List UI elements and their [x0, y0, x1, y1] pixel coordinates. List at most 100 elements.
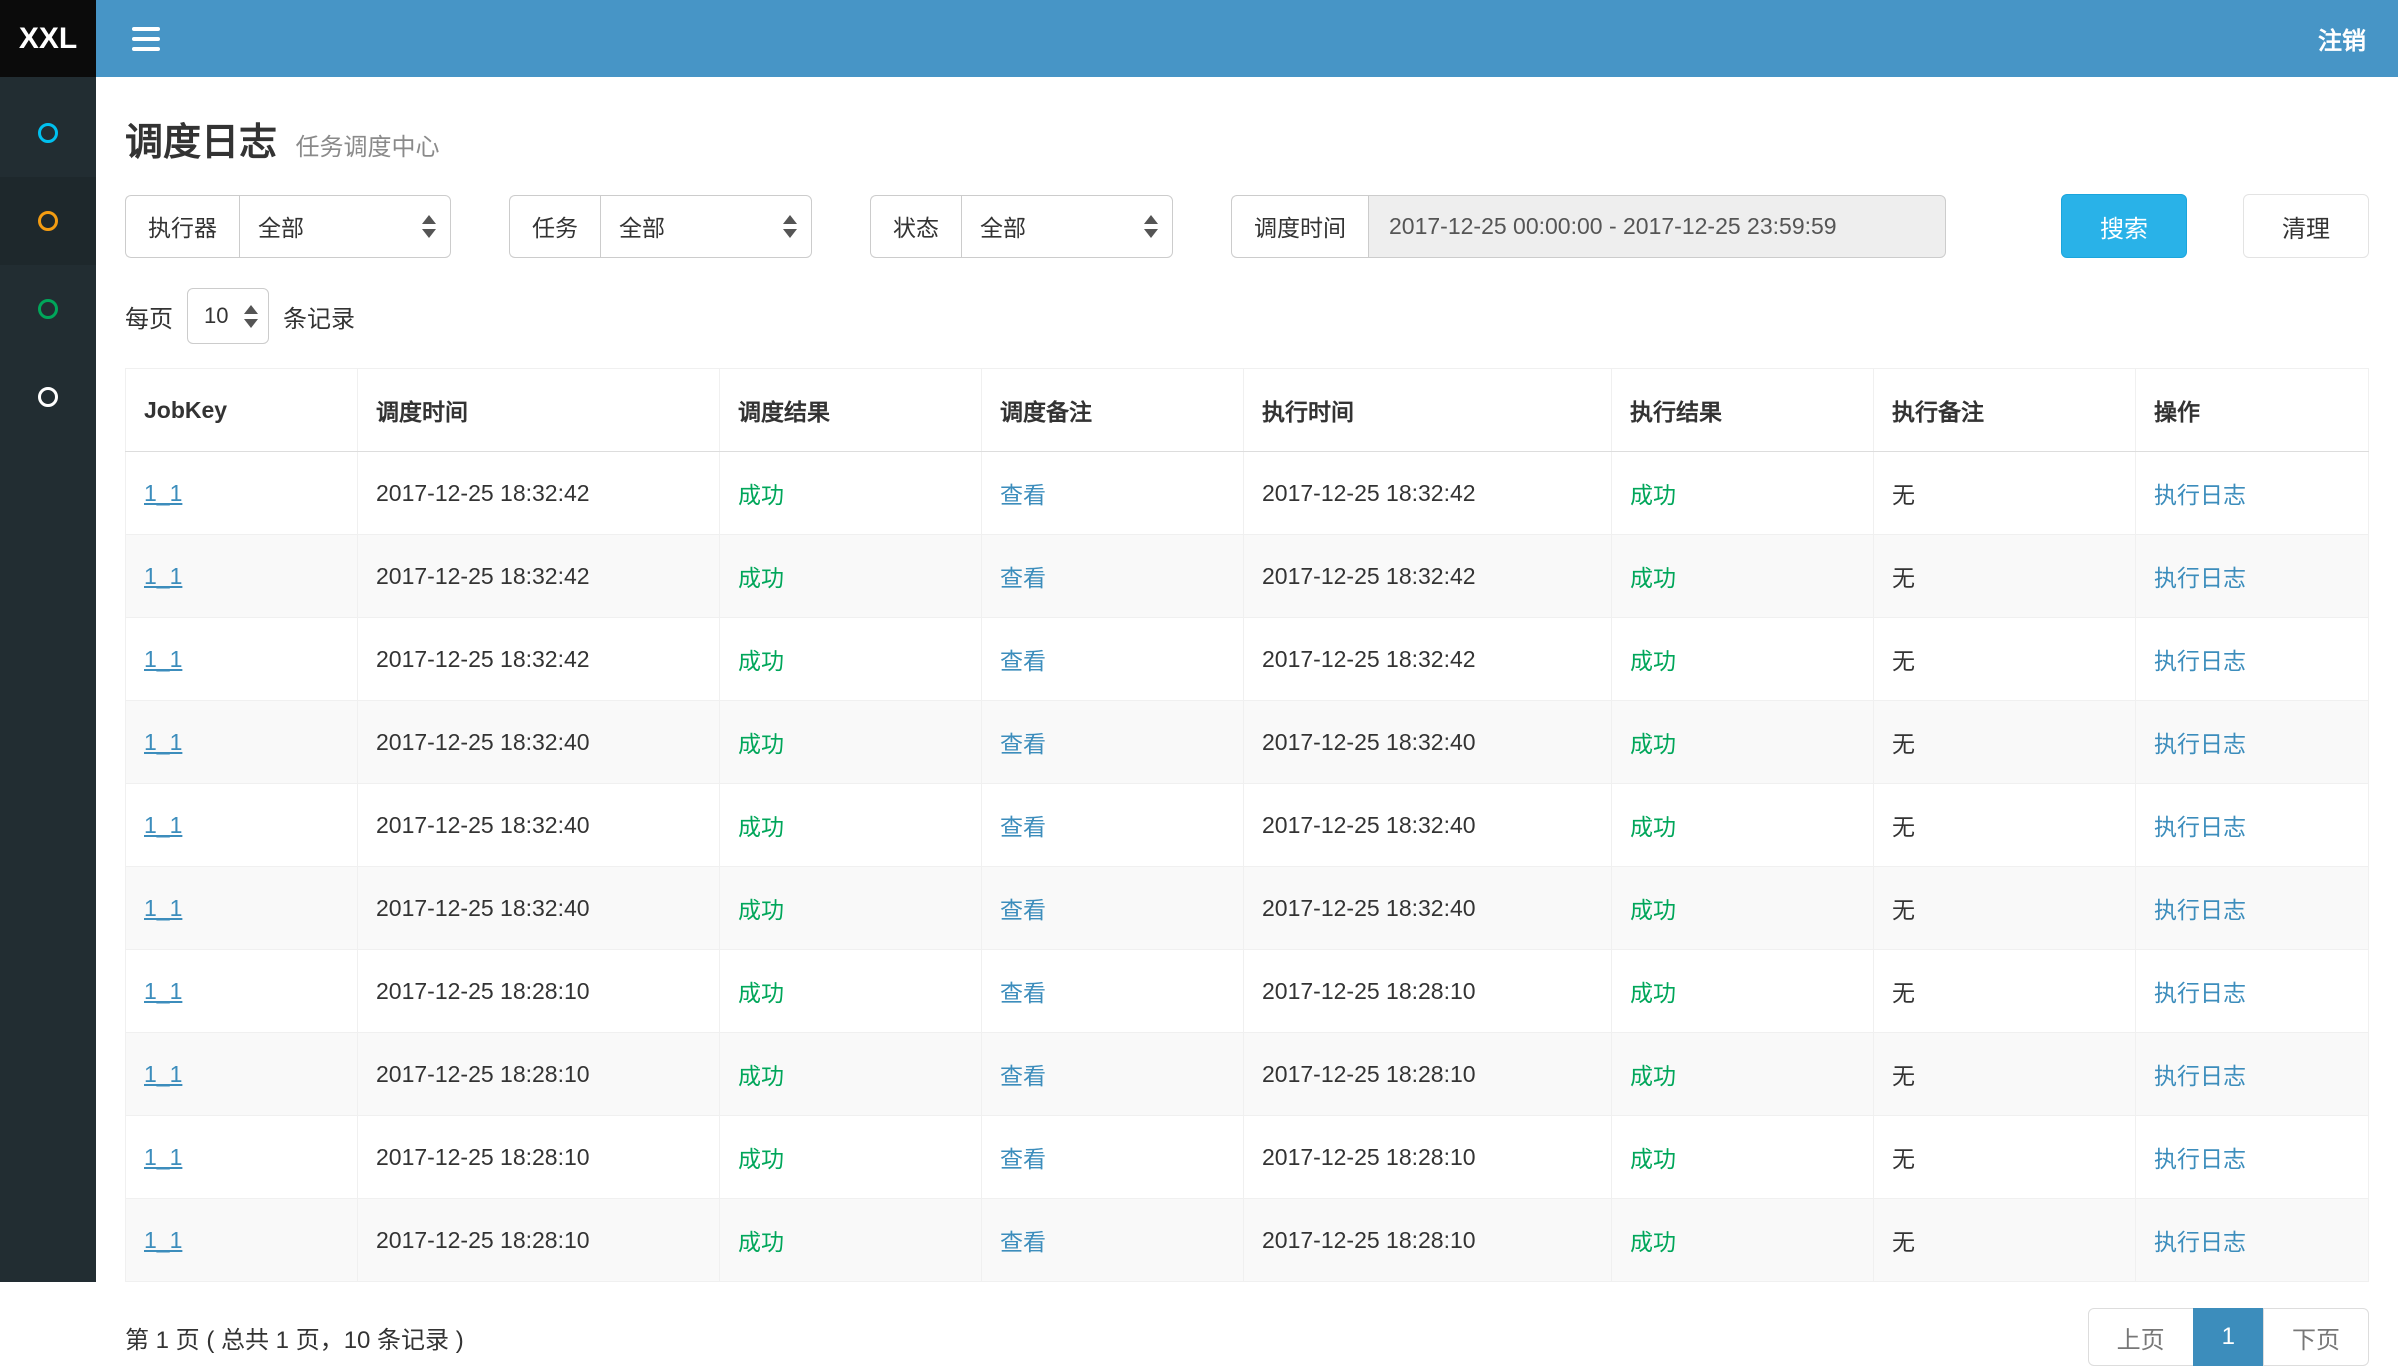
sidebar-item-4[interactable]	[0, 353, 96, 441]
jobkey-link[interactable]: 1_1	[144, 563, 182, 589]
page-size-select[interactable]: 10	[187, 288, 269, 344]
schedule-time-filter-group: 调度时间	[1231, 195, 1946, 258]
exec-remark-cell: 无	[1874, 1116, 2136, 1199]
schedule-remark-cell: 查看	[982, 1199, 1244, 1282]
page-size-value: 10	[204, 303, 228, 329]
page-subtitle: 任务调度中心	[295, 134, 439, 161]
job-filter-group: 任务 全部	[509, 195, 812, 258]
col-header-exec-time: 执行时间	[1244, 369, 1612, 452]
status-select[interactable]: 全部	[961, 195, 1173, 258]
exec-result-cell: 成功	[1612, 1116, 1874, 1199]
app-window: XXL 注销 调度日志 任务调度中心	[0, 0, 2398, 1282]
clear-button[interactable]: 清理	[2243, 194, 2369, 258]
page-1-button[interactable]: 1	[2193, 1308, 2264, 1366]
table-row: 1_1 2017-12-25 18:32:42 成功 查看 2017-12-25…	[126, 535, 2369, 618]
action-cell: 执行日志	[2136, 1199, 2369, 1282]
schedule-time-cell: 2017-12-25 18:32:42	[358, 535, 720, 618]
jobkey-link[interactable]: 1_1	[144, 480, 182, 506]
exec-log-link[interactable]: 执行日志	[2154, 1063, 2246, 1089]
exec-time-cell: 2017-12-25 18:28:10	[1244, 1199, 1612, 1282]
jobkey-link[interactable]: 1_1	[144, 895, 182, 921]
view-remark-link[interactable]: 查看	[1000, 980, 1046, 1006]
exec-log-link[interactable]: 执行日志	[2154, 980, 2246, 1006]
circle-icon	[38, 387, 58, 407]
exec-result-cell: 成功	[1612, 452, 1874, 535]
col-header-action: 操作	[2136, 369, 2369, 452]
pagination: 上页 1 下页	[2088, 1308, 2369, 1366]
view-remark-link[interactable]: 查看	[1000, 482, 1046, 508]
view-remark-link[interactable]: 查看	[1000, 814, 1046, 840]
sidebar-item-1[interactable]	[0, 89, 96, 177]
exec-log-link[interactable]: 执行日志	[2154, 731, 2246, 757]
exec-result-cell: 成功	[1612, 618, 1874, 701]
schedule-result-cell: 成功	[720, 1033, 982, 1116]
exec-log-link[interactable]: 执行日志	[2154, 482, 2246, 508]
exec-remark-cell: 无	[1874, 618, 2136, 701]
app-logo[interactable]: XXL	[0, 0, 96, 77]
schedule-time-cell: 2017-12-25 18:28:10	[358, 1033, 720, 1116]
exec-remark-cell: 无	[1874, 1033, 2136, 1116]
exec-log-link[interactable]: 执行日志	[2154, 648, 2246, 674]
hamburger-bar	[132, 37, 160, 41]
action-cell: 执行日志	[2136, 1116, 2369, 1199]
exec-remark-cell: 无	[1874, 535, 2136, 618]
prev-page-button[interactable]: 上页	[2088, 1308, 2194, 1366]
sidebar-item-2-active[interactable]	[0, 177, 96, 265]
sidebar	[0, 77, 96, 1282]
jobkey-cell: 1_1	[126, 1116, 358, 1199]
select-arrows-icon	[244, 305, 258, 328]
jobkey-cell: 1_1	[126, 618, 358, 701]
view-remark-link[interactable]: 查看	[1000, 897, 1046, 923]
jobkey-link[interactable]: 1_1	[144, 812, 182, 838]
exec-result-cell: 成功	[1612, 535, 1874, 618]
exec-remark-cell: 无	[1874, 1199, 2136, 1282]
jobkey-cell: 1_1	[126, 867, 358, 950]
view-remark-link[interactable]: 查看	[1000, 731, 1046, 757]
exec-log-link[interactable]: 执行日志	[2154, 565, 2246, 591]
view-remark-link[interactable]: 查看	[1000, 1229, 1046, 1255]
search-button[interactable]: 搜索	[2061, 194, 2187, 258]
select-arrows-icon	[422, 215, 436, 238]
exec-time-cell: 2017-12-25 18:32:42	[1244, 452, 1612, 535]
exec-log-link[interactable]: 执行日志	[2154, 814, 2246, 840]
sidebar-item-3[interactable]	[0, 265, 96, 353]
exec-log-link[interactable]: 执行日志	[2154, 1229, 2246, 1255]
view-remark-link[interactable]: 查看	[1000, 1146, 1046, 1172]
sidebar-toggle-icon[interactable]	[128, 19, 164, 59]
exec-result-cell: 成功	[1612, 1199, 1874, 1282]
exec-remark-cell: 无	[1874, 867, 2136, 950]
jobkey-link[interactable]: 1_1	[144, 1061, 182, 1087]
view-remark-link[interactable]: 查看	[1000, 565, 1046, 591]
logout-link[interactable]: 注销	[2318, 21, 2366, 56]
jobkey-link[interactable]: 1_1	[144, 1227, 182, 1253]
executor-filter-label: 执行器	[125, 195, 239, 258]
schedule-time-input[interactable]	[1368, 195, 1946, 258]
schedule-remark-cell: 查看	[982, 701, 1244, 784]
exec-time-cell: 2017-12-25 18:28:10	[1244, 1116, 1612, 1199]
view-remark-link[interactable]: 查看	[1000, 1063, 1046, 1089]
schedule-remark-cell: 查看	[982, 1116, 1244, 1199]
log-table-body: 1_1 2017-12-25 18:32:42 成功 查看 2017-12-25…	[126, 452, 2369, 1282]
view-remark-link[interactable]: 查看	[1000, 648, 1046, 674]
jobkey-link[interactable]: 1_1	[144, 646, 182, 672]
exec-log-link[interactable]: 执行日志	[2154, 1146, 2246, 1172]
main-content: 调度日志 任务调度中心 执行器 全部 任务 全部	[96, 77, 2398, 1282]
jobkey-link[interactable]: 1_1	[144, 729, 182, 755]
jobkey-cell: 1_1	[126, 784, 358, 867]
jobkey-link[interactable]: 1_1	[144, 1144, 182, 1170]
executor-select[interactable]: 全部	[239, 195, 451, 258]
table-row: 1_1 2017-12-25 18:32:42 成功 查看 2017-12-25…	[126, 452, 2369, 535]
exec-time-cell: 2017-12-25 18:28:10	[1244, 1033, 1612, 1116]
page-header: 调度日志 任务调度中心	[125, 77, 2369, 194]
schedule-time-cell: 2017-12-25 18:28:10	[358, 950, 720, 1033]
job-filter-label: 任务	[509, 195, 600, 258]
schedule-result-cell: 成功	[720, 701, 982, 784]
select-arrows-icon	[1144, 215, 1158, 238]
exec-remark-cell: 无	[1874, 784, 2136, 867]
jobkey-link[interactable]: 1_1	[144, 978, 182, 1004]
job-select[interactable]: 全部	[600, 195, 812, 258]
exec-log-link[interactable]: 执行日志	[2154, 897, 2246, 923]
schedule-result-cell: 成功	[720, 867, 982, 950]
jobkey-cell: 1_1	[126, 950, 358, 1033]
next-page-button[interactable]: 下页	[2263, 1308, 2369, 1366]
